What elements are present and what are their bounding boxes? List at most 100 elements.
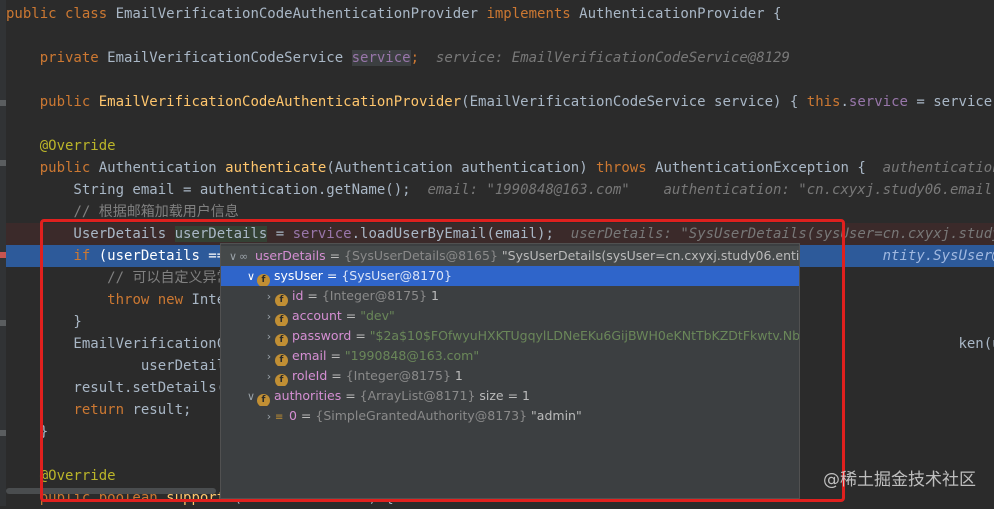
expand-chevron-icon[interactable]: ∨	[245, 387, 257, 406]
gutter-marker[interactable]	[0, 252, 6, 258]
debug-tree-row[interactable]: › f account = "dev"	[221, 306, 799, 326]
code-token: userDetails	[6, 358, 234, 374]
gutter-marker[interactable]	[0, 160, 6, 166]
debug-tree-row[interactable]: › f password = "$2a$10$FOfwyuHXKTUgqylLDNe…	[221, 326, 799, 346]
watch-glasses-icon: ∞	[239, 250, 249, 263]
code-token: throw new	[107, 292, 192, 308]
code-token: = service; }	[916, 94, 994, 110]
variable-name: id	[292, 288, 304, 303]
variable-name: email	[292, 348, 327, 363]
debug-tree-row[interactable]: ∨ f sysUser = {SysUser@8170}	[221, 266, 799, 286]
collapsed-chevron-icon[interactable]: ›	[263, 407, 275, 426]
code-token: Authentication	[98, 160, 226, 176]
field-icon: f	[275, 334, 288, 346]
code-token: UserDetails	[6, 226, 175, 242]
gutter-marker[interactable]	[0, 320, 6, 326]
code-token: AuthenticationException {	[655, 160, 883, 176]
code-line[interactable]: public Authentication authenticate(Authe…	[6, 157, 994, 179]
code-token: @Override	[39, 138, 116, 154]
code-token: public	[39, 160, 99, 176]
code-line[interactable]	[6, 113, 994, 135]
expand-chevron-icon[interactable]: ∨	[245, 267, 257, 286]
field-icon: f	[275, 314, 288, 326]
expand-chevron-icon[interactable]: ∨	[227, 247, 239, 266]
collapsed-chevron-icon[interactable]: ›	[263, 307, 275, 326]
equals-sign: =	[325, 248, 345, 263]
code-line[interactable]: UserDetails userDetails = service.loadUs…	[6, 223, 994, 245]
equals-sign: =	[327, 368, 346, 383]
variable-type: {SysUserDetails@8165}	[344, 248, 502, 263]
code-token: EmailVerificationCo	[6, 336, 234, 352]
code-token: private	[39, 50, 108, 66]
collapsed-chevron-icon[interactable]: ›	[263, 367, 275, 386]
debug-tree-row[interactable]: ∨ f authorities = {ArrayList@8171} size = …	[221, 386, 799, 406]
gutter-marker[interactable]	[0, 430, 6, 436]
code-token: ;	[410, 50, 420, 66]
collapsed-chevron-icon[interactable]: ›	[263, 347, 275, 366]
code-token: this	[806, 94, 841, 110]
debug-tree-row[interactable]: › ≡ 0 = {SimpleGrantedAuthority@8173} "adm…	[221, 406, 799, 426]
code-token: public class	[6, 6, 116, 22]
collapsed-chevron-icon[interactable]: ›	[263, 327, 275, 346]
code-line[interactable]: public EmailVerificationCodeAuthenticati…	[6, 91, 994, 113]
debug-tree-row[interactable]: ∨ ∞ userDetails = {SysUserDetails@8165} "S…	[221, 246, 799, 266]
code-token: =	[267, 226, 293, 242]
variable-type: {ArrayList@8171}	[359, 388, 480, 403]
code-token: .	[840, 94, 849, 110]
debug-tree-row[interactable]: › f roleId = {Integer@8175} 1	[221, 366, 799, 386]
code-line[interactable]: String email = authentication.getName();…	[6, 179, 994, 201]
code-token: (userDetails ==	[98, 248, 234, 264]
variable-type: {SysUser@8170}	[341, 268, 452, 283]
code-token: userDetails: "SysUserDetails(sysUser=cn.…	[570, 226, 994, 242]
field-icon: f	[257, 274, 270, 286]
code-token: EmailVerificationCodeAuthenticationProvi…	[115, 6, 487, 22]
variable-value: 1	[454, 368, 463, 383]
list-element-icon: ≡	[275, 412, 284, 423]
horizontal-scrollbar[interactable]	[6, 488, 216, 494]
code-token: implements	[486, 6, 580, 22]
code-token: EmailVerificationCodeService	[107, 50, 352, 66]
code-token: return	[73, 402, 133, 418]
code-line[interactable]: // 根据邮箱加载用户信息	[6, 201, 994, 223]
debug-variables-popup[interactable]: ∨ ∞ userDetails = {SysUserDetails@8165} "S…	[220, 243, 800, 499]
code-line[interactable]: @Override	[6, 135, 994, 157]
code-token: result;	[132, 402, 192, 418]
code-token: result.setDetails(a	[6, 380, 234, 396]
equals-sign: =	[351, 328, 370, 343]
watermark: @稀土掘金技术社区	[823, 470, 976, 490]
variable-value: "1990848@163.com"	[344, 348, 480, 363]
variable-name: roleId	[292, 368, 328, 383]
code-token: }	[6, 424, 49, 440]
code-token: AuthenticationProvider {	[579, 6, 782, 22]
variable-value: "$2a$10$FOfwyuHXKTUgqylLDNeEKu6GijBWH0eK…	[369, 328, 799, 343]
code-line[interactable]	[6, 25, 994, 47]
variable-name: authorities	[274, 388, 342, 403]
field-icon: f	[257, 394, 270, 406]
variable-type: {Integer@8175}	[321, 288, 431, 303]
gutter-marker[interactable]	[0, 100, 6, 106]
variable-name: 0	[289, 408, 297, 423]
debug-tree-row[interactable]: › f id = {Integer@8175} 1	[221, 286, 799, 306]
field-icon: f	[275, 294, 288, 306]
collapsed-chevron-icon[interactable]: ›	[263, 287, 275, 306]
variable-value: "dev"	[360, 308, 395, 323]
code-token: // 根据邮箱加载用户信息	[73, 204, 239, 220]
field-icon: f	[275, 374, 288, 386]
code-line[interactable]	[6, 69, 994, 91]
code-line[interactable]: private EmailVerificationCodeService ser…	[6, 47, 994, 69]
code-token: @Override	[39, 468, 116, 484]
code-token: authenticate	[225, 160, 327, 176]
variable-value: "admin"	[531, 408, 582, 423]
code-line[interactable]: public class EmailVerificationCodeAuthen…	[6, 3, 994, 25]
field-icon: f	[275, 354, 288, 366]
equals-sign: =	[296, 408, 316, 423]
code-token: {	[789, 94, 807, 110]
debug-tree-row[interactable]: › f email = "1990848@163.com"	[221, 346, 799, 366]
